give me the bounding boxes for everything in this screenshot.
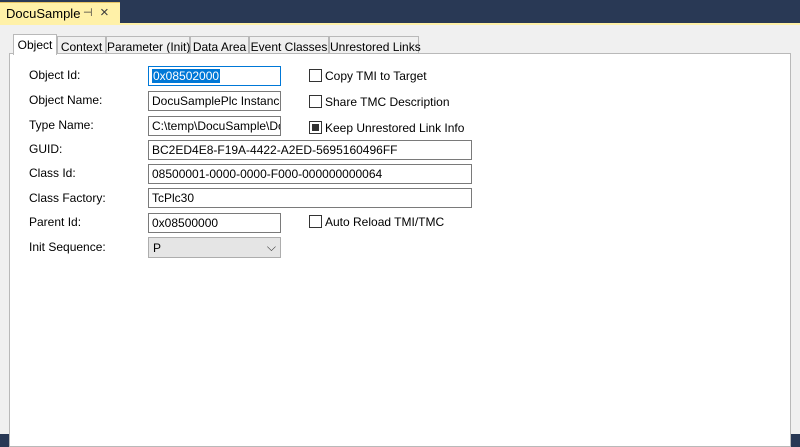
pin-icon[interactable]: ⊣ (83, 6, 93, 19)
class-id-field[interactable]: 08500001-0000-0000-F000-000000000064 (148, 164, 472, 184)
editor-panel: Object Context Parameter (Init) Data Are… (0, 25, 800, 447)
tab-context[interactable]: Context (57, 36, 106, 54)
copy-tmi-label: Copy TMI to Target (325, 69, 427, 83)
tab-label: Event Classes (250, 40, 328, 54)
init-sequence-value: P (153, 241, 162, 255)
object-id-value: 0x08502000 (152, 69, 221, 83)
class-id-label: Class Id: (29, 166, 76, 180)
init-sequence-label: Init Sequence: (29, 240, 106, 254)
close-icon[interactable]: × (100, 4, 109, 21)
tab-label: Context (60, 40, 103, 54)
tab-label: Parameter (Init) (107, 40, 191, 54)
class-factory-field[interactable]: TcPlc30 (148, 188, 472, 208)
document-tab-title: DocuSample (6, 6, 81, 21)
tab-label: Object (17, 38, 53, 52)
copy-tmi-checkbox[interactable] (309, 69, 322, 82)
tab-label: Data Area (192, 40, 247, 54)
tab-event-classes[interactable]: Event Classes (249, 36, 329, 54)
tab-parameter-init[interactable]: Parameter (Init) (106, 36, 190, 54)
object-id-field[interactable]: 0x08502000 (148, 66, 281, 86)
share-tmc-label: Share TMC Description (325, 95, 450, 109)
guid-label: GUID: (29, 142, 63, 156)
object-id-label: Object Id: (29, 68, 81, 82)
type-name-label: Type Name: (29, 118, 94, 132)
parent-id-label: Parent Id: (29, 215, 82, 229)
keep-unrestored-label: Keep Unrestored Link Info (325, 121, 465, 135)
object-tab-page: Object Id: 0x08502000 Object Name: DocuS… (9, 53, 791, 447)
object-name-field[interactable]: DocuSamplePlc Instance (148, 91, 281, 111)
guid-field[interactable]: BC2ED4E8-F19A-4422-A2ED-5695160496FF (148, 140, 472, 160)
tab-object[interactable]: Object (13, 34, 57, 55)
chevron-down-icon[interactable]: ⌵ (267, 240, 276, 255)
type-name-field[interactable]: C:\temp\DocuSample\Docu (148, 116, 281, 136)
share-tmc-checkbox[interactable] (309, 95, 322, 108)
document-tab[interactable]: DocuSample ⊣ × (0, 2, 120, 23)
init-sequence-combo[interactable]: P ⌵ (148, 237, 281, 258)
tab-unrestored-links[interactable]: Unrestored Links (329, 36, 421, 54)
class-factory-label: Class Factory: (29, 191, 106, 205)
keep-unrestored-checkbox[interactable] (309, 121, 322, 134)
object-name-label: Object Name: (29, 93, 103, 107)
auto-reload-checkbox[interactable] (309, 215, 322, 228)
parent-id-field[interactable]: 0x08500000 (148, 213, 281, 233)
auto-reload-label: Auto Reload TMI/TMC (325, 215, 445, 229)
tab-data-area[interactable]: Data Area (190, 36, 249, 54)
tab-label: Unrestored Links (330, 40, 421, 54)
